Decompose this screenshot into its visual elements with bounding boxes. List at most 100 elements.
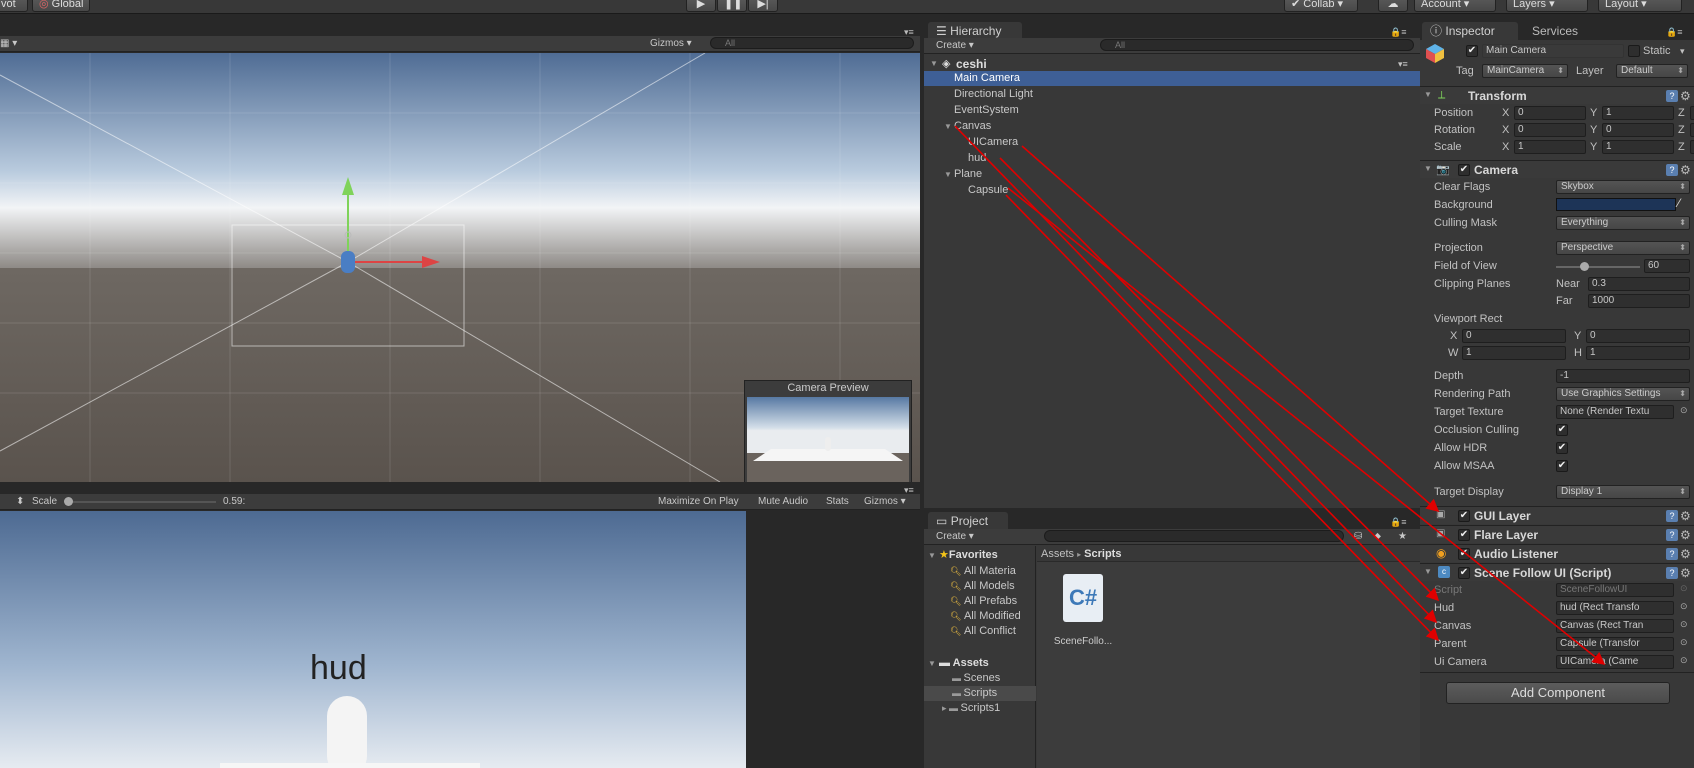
global-toggle[interactable]: ◎ Global <box>32 0 90 12</box>
gui-layer-header[interactable]: ▣ ✔ GUI Layer ? ⚙ <box>1420 506 1694 524</box>
fov-slider-track[interactable] <box>1556 266 1640 268</box>
tab-inspector[interactable]: ⓘ Inspector <box>1422 22 1518 40</box>
inspector-lock-icon[interactable]: 🔒≡ <box>1666 26 1682 38</box>
canvas-field[interactable]: Canvas (Rect Tran <box>1556 619 1674 633</box>
account-dropdown[interactable]: Account ▾ <box>1414 0 1496 12</box>
game-gizmos-dropdown[interactable]: Gizmos ▾ <box>864 495 906 509</box>
hierarchy-item[interactable]: hud <box>924 151 1420 166</box>
flare-layer-header[interactable]: ▣ ✔ Flare Layer ? ⚙ <box>1420 525 1694 543</box>
occlusion-culling-checkbox[interactable]: ✔ <box>1556 424 1568 436</box>
scene-follow-header[interactable]: ▼ c ✔ Scene Follow UI (Script) ? ⚙ <box>1420 563 1694 581</box>
allow-msaa-checkbox[interactable]: ✔ <box>1556 460 1568 472</box>
far-field[interactable]: 1000 <box>1588 294 1690 308</box>
pause-button[interactable]: ❚❚ <box>717 0 747 12</box>
display-dropdown-icon[interactable]: ⬍ <box>16 495 24 509</box>
favorite-item[interactable]: 🔍︎ All Materia <box>950 564 1016 579</box>
transform-z-field[interactable]: -10 <box>1690 106 1694 120</box>
scene-foldout-icon[interactable]: ▼ <box>930 57 938 71</box>
transform-header[interactable]: ▼ ⟂ Transform ? ⚙ <box>1420 86 1694 104</box>
projection-dropdown[interactable]: Perspective <box>1556 241 1690 255</box>
transform-z-field[interactable]: 0 <box>1690 123 1694 137</box>
collab-dropdown[interactable]: ✔ Collab ▾ <box>1284 0 1358 12</box>
script-asset[interactable]: C# SceneFollo... <box>1049 574 1113 650</box>
scene-follow-gear-icon[interactable]: ⚙ <box>1680 567 1691 579</box>
target-display-dropdown[interactable]: Display 1 <box>1556 485 1690 499</box>
scene-gizmos-dropdown[interactable]: Gizmos ▾ <box>650 37 692 51</box>
parent-picker-icon[interactable]: ⊙ <box>1680 637 1688 648</box>
tab-services[interactable]: Services <box>1524 22 1604 40</box>
transform-y-field[interactable]: 0 <box>1602 123 1674 137</box>
favorite-item[interactable]: 🔍︎ All Modified <box>950 609 1021 624</box>
game-viewport[interactable]: hud <box>0 511 746 768</box>
object-picker-icon[interactable]: ⊙ <box>1680 405 1688 416</box>
flare-layer-help-icon[interactable]: ? <box>1666 529 1678 541</box>
hud-field[interactable]: hud (Rect Transfo <box>1556 601 1674 615</box>
near-field[interactable]: 0.3 <box>1588 277 1690 291</box>
favorite-star-icon[interactable]: ★ <box>1398 530 1407 544</box>
favorite-item[interactable]: 🔍︎ All Models <box>950 579 1015 594</box>
viewport-y-field[interactable]: 0 <box>1586 329 1690 343</box>
filter-type-icon[interactable]: ⛁ <box>1354 530 1362 544</box>
filter-label-icon[interactable]: ⬥ <box>1374 530 1381 544</box>
assets-header[interactable]: ▼ ▬ Assets <box>928 656 989 671</box>
gear-icon[interactable]: ⚙ <box>1680 90 1691 102</box>
layers-dropdown[interactable]: Layers ▾ <box>1506 0 1588 12</box>
project-folder-item[interactable]: ▬ Scenes <box>924 671 1036 686</box>
favorite-item[interactable]: 🔍︎ All Prefabs <box>950 594 1017 609</box>
hierarchy-item[interactable]: EventSystem <box>924 103 1420 118</box>
hierarchy-item[interactable]: ▼ Canvas <box>924 119 1420 134</box>
background-color-swatch[interactable] <box>1556 198 1676 211</box>
foldout-icon[interactable]: ▼ <box>944 168 952 182</box>
project-search-input[interactable] <box>1044 530 1344 542</box>
flare-layer-checkbox[interactable]: ✔ <box>1458 529 1470 541</box>
transform-x-field[interactable]: 0 <box>1514 123 1586 137</box>
clear-flags-dropdown[interactable]: Skybox <box>1556 180 1690 194</box>
gui-layer-checkbox[interactable]: ✔ <box>1458 510 1470 522</box>
ui-camera-picker-icon[interactable]: ⊙ <box>1680 655 1688 666</box>
camera-enabled-checkbox[interactable]: ✔ <box>1458 164 1470 176</box>
scene-root-row[interactable]: ▼ ◈ ceshi ▾≡ <box>924 56 1420 72</box>
help-icon[interactable]: ? <box>1666 90 1678 102</box>
fov-field[interactable]: 60 <box>1644 259 1690 273</box>
tag-dropdown[interactable]: MainCamera <box>1482 64 1568 78</box>
breadcrumb-assets[interactable]: Assets <box>1041 548 1074 560</box>
audio-listener-header[interactable]: ◉ ✔ Audio Listener ? ⚙ <box>1420 544 1694 562</box>
parent-field[interactable]: Capsule (Transfor <box>1556 637 1674 651</box>
scene-viewport[interactable]: Camera Preview <box>0 53 920 482</box>
mute-audio-toggle[interactable]: Mute Audio <box>758 495 808 509</box>
gui-layer-help-icon[interactable]: ? <box>1666 510 1678 522</box>
hierarchy-item[interactable]: ▼ Plane <box>924 167 1420 182</box>
hierarchy-item[interactable]: UICamera <box>924 135 1420 150</box>
project-create-dropdown[interactable]: Create ▾ <box>936 530 974 544</box>
project-lock-icon[interactable]: 🔒≡ <box>1390 516 1406 528</box>
hierarchy-create-dropdown[interactable]: Create ▾ <box>936 39 974 53</box>
scale-slider-track[interactable] <box>66 501 216 503</box>
viewport-h-field[interactable]: 1 <box>1586 346 1690 360</box>
viewport-x-field[interactable]: 0 <box>1462 329 1566 343</box>
allow-hdr-checkbox[interactable]: ✔ <box>1556 442 1568 454</box>
maximize-on-play-toggle[interactable]: Maximize On Play <box>658 495 739 509</box>
project-folder-item[interactable]: ▸ ▬ Scripts1 <box>924 701 1036 716</box>
scene-follow-help-icon[interactable]: ? <box>1666 567 1678 579</box>
stats-toggle[interactable]: Stats <box>826 495 849 509</box>
camera-help-icon[interactable]: ? <box>1666 164 1678 176</box>
layer-dropdown[interactable]: Default <box>1616 64 1688 78</box>
static-checkbox[interactable] <box>1628 45 1640 57</box>
flare-layer-gear-icon[interactable]: ⚙ <box>1680 529 1691 541</box>
project-folder-item[interactable]: ▬ Scripts <box>924 686 1036 701</box>
scene-follow-foldout-icon[interactable]: ▼ <box>1424 565 1432 579</box>
hierarchy-search-input[interactable]: All <box>1100 39 1414 51</box>
transform-z-field[interactable]: 1 <box>1690 140 1694 154</box>
target-texture-field[interactable]: None (Render Textu <box>1556 405 1674 419</box>
depth-field[interactable]: -1 <box>1556 369 1690 383</box>
transform-y-field[interactable]: 1 <box>1602 140 1674 154</box>
hierarchy-item[interactable]: Capsule <box>924 183 1420 198</box>
step-button[interactable]: ▶| <box>748 0 778 12</box>
foldout-icon[interactable]: ▼ <box>944 120 952 134</box>
hierarchy-item[interactable]: Directional Light <box>924 87 1420 102</box>
object-name-field[interactable]: Main Camera <box>1482 44 1624 58</box>
gui-layer-gear-icon[interactable]: ⚙ <box>1680 510 1691 522</box>
rendering-path-dropdown[interactable]: Use Graphics Settings <box>1556 387 1690 401</box>
favorite-item[interactable]: 🔍︎ All Conflict <box>950 624 1016 639</box>
static-dropdown-icon[interactable]: ▾ <box>1680 44 1685 58</box>
